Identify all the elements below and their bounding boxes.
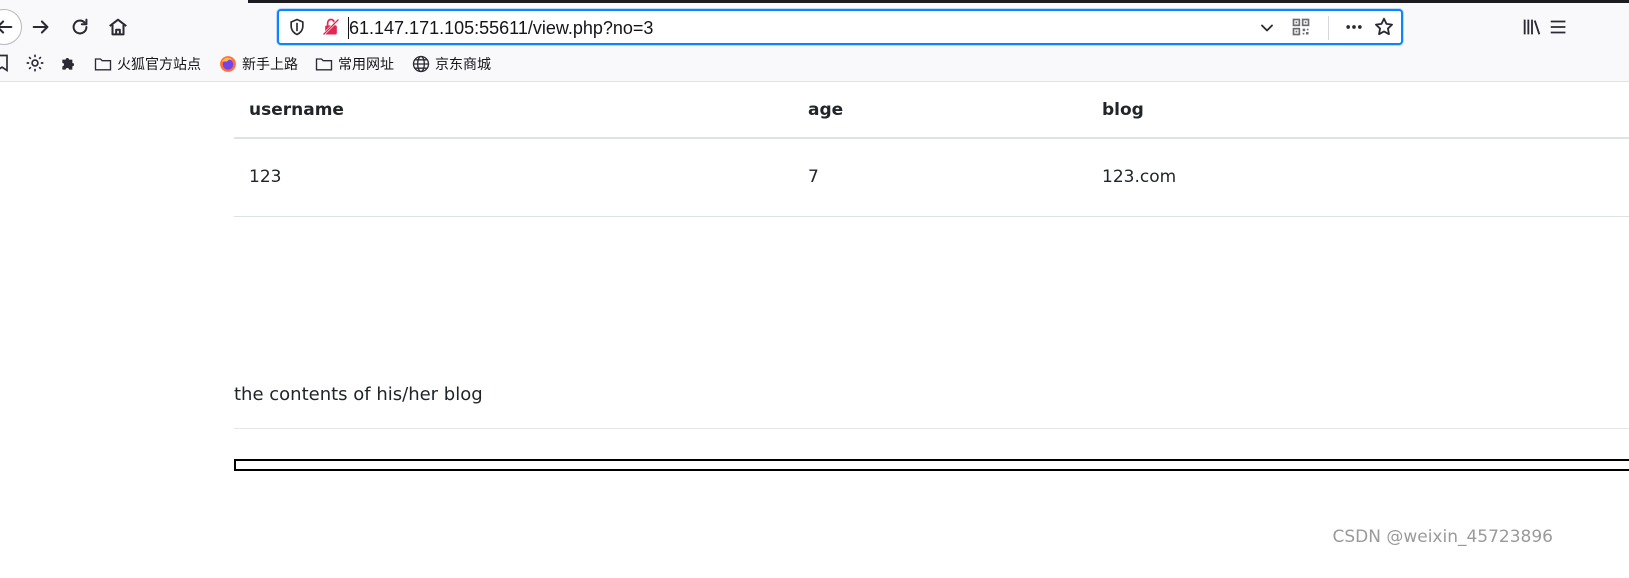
globe-icon	[412, 55, 430, 73]
cell-age: 7	[793, 138, 1087, 217]
chevron-down-icon[interactable]	[1257, 18, 1277, 38]
bookmark-item-0[interactable]: 火狐官方站点	[93, 52, 201, 76]
arrow-right-icon	[32, 20, 49, 34]
insecure-lock-icon[interactable]	[321, 17, 341, 37]
page-content: username age blog 123 7 123.com	[234, 82, 1629, 217]
table-row: 123 7 123.com	[234, 138, 1629, 217]
url-text[interactable]: 61.147.171.105:55611/view.php?no=3	[349, 17, 653, 39]
column-header-age: age	[793, 82, 1087, 139]
overflow-menu-icon[interactable]	[1548, 16, 1570, 38]
reload-button[interactable]	[63, 10, 97, 44]
column-header-blog: blog	[1087, 82, 1629, 139]
tab-strip-edge	[248, 0, 1629, 3]
firefox-icon	[220, 56, 236, 72]
divider	[234, 428, 1629, 429]
blog-content-iframe[interactable]	[234, 459, 1629, 471]
qr-code-icon[interactable]	[1291, 17, 1311, 37]
folder-icon	[315, 58, 333, 71]
bookmark-icon[interactable]	[0, 53, 12, 73]
arrow-left-icon	[0, 20, 13, 34]
home-button[interactable]	[101, 10, 135, 44]
table-header-row: username age blog	[234, 82, 1629, 139]
bookmark-item-1[interactable]: 新手上路	[218, 52, 298, 76]
home-icon	[109, 18, 127, 36]
library-icon[interactable]	[1521, 16, 1543, 38]
csdn-watermark: CSDN @weixin_45723896	[1332, 527, 1553, 547]
bookmarks-toolbar: 火狐官方站点 新手上路 常用网址 京东商城	[0, 50, 1629, 78]
gear-icon[interactable]	[25, 53, 45, 73]
url-separator	[1328, 16, 1329, 40]
reload-icon	[72, 18, 88, 35]
address-bar[interactable]: 61.147.171.105:55611/view.php?no=3	[277, 9, 1403, 45]
cell-blog: 123.com	[1087, 138, 1629, 217]
bookmark-star-icon[interactable]	[1373, 16, 1395, 38]
bookmark-label: 新手上路	[242, 57, 298, 73]
folder-icon	[94, 58, 112, 71]
tracking-protection-shield-icon[interactable]	[287, 17, 307, 37]
bookmark-label: 京东商城	[435, 57, 491, 73]
user-table: username age blog 123 7 123.com	[234, 82, 1629, 217]
puzzle-piece-icon[interactable]	[59, 53, 79, 73]
bookmark-item-2[interactable]: 常用网址	[314, 52, 394, 76]
cell-username: 123	[234, 138, 793, 217]
column-header-username: username	[234, 82, 793, 139]
bookmark-item-3[interactable]: 京东商城	[411, 52, 491, 76]
blog-contents-caption: the contents of his/her blog	[234, 384, 483, 405]
bookmark-label: 常用网址	[338, 57, 394, 73]
forward-button[interactable]	[24, 10, 58, 44]
bookmark-label: 火狐官方站点	[117, 57, 201, 73]
more-actions-icon[interactable]	[1343, 17, 1365, 37]
browser-toolbar: 61.147.171.105:55611/view.php?no=3 火狐官方站…	[0, 0, 1629, 82]
back-button[interactable]	[0, 9, 22, 45]
